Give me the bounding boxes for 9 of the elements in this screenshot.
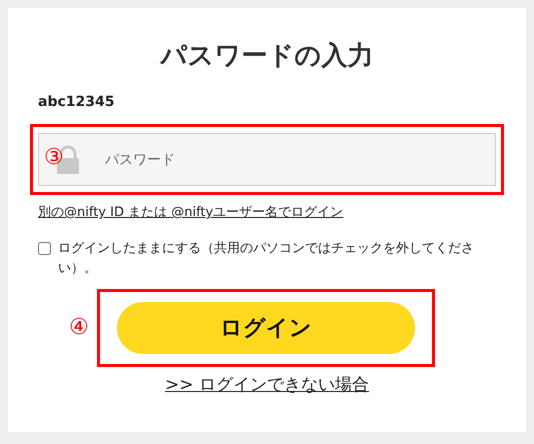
step-number: ③ [44,145,64,171]
remember-label: ログインしたままにする（共用のパソコンではチェックを外してください）。 [58,241,474,276]
help-link[interactable]: >> ログインできない場合 [165,373,369,396]
login-button[interactable]: ログイン [116,302,415,354]
username-text: abc12345 [38,94,116,110]
step-number: ④ [69,315,89,341]
page-title: パスワードの入力 [158,40,374,73]
alt-login-link[interactable]: 別の@nifty ID または @niftyユーザー名でログイン [38,203,344,221]
remember-checkbox[interactable] [38,242,51,255]
